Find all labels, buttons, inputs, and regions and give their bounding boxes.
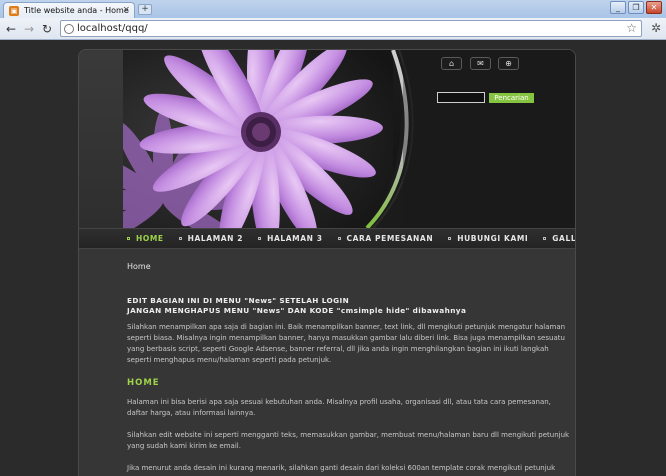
reload-icon[interactable]: ↻ (39, 21, 55, 37)
search-button[interactable]: Pencarian (489, 93, 534, 103)
mail-icon[interactable]: ✉ (470, 57, 491, 70)
body-paragraph-2: Silahkan edit website ini seperti mengga… (127, 431, 570, 450)
favicon-icon: ▣ (9, 6, 19, 16)
search-input[interactable] (437, 92, 485, 103)
bullet-icon (543, 237, 547, 240)
header-banner: ⌂ ✉ ⊕ Pencarian (123, 50, 575, 228)
browser-toolbar: ← → ↻ localhost/qqq/ ☆ ✲ (0, 18, 666, 40)
nav-item-halaman-2[interactable]: HALAMAN 2 (178, 234, 244, 243)
page-viewport: ⌂ ✉ ⊕ Pencarian HOME HALAMAN 2 HALAMAN 3… (0, 41, 666, 476)
address-bar[interactable]: localhost/qqq/ ☆ (60, 20, 642, 37)
forward-icon[interactable]: → (21, 21, 37, 37)
body-paragraph-3: Jika menurut anda desain ini kurang mena… (127, 464, 556, 472)
sitemap-icon[interactable]: ⊕ (498, 57, 519, 70)
close-window-button[interactable]: ✕ (646, 1, 662, 14)
body-paragraph-1: Halaman ini bisa berisi apa saja sesuai … (127, 398, 551, 417)
nav-item-label: GALLERY FOTO (552, 234, 576, 243)
title-bar: ▣ Title website anda - Home × + _ ❐ ✕ (0, 0, 666, 19)
page-icon (64, 24, 74, 34)
main-content: Home EDIT BAGIAN INI DI MENU "News" SETE… (127, 261, 573, 474)
nav-item-label: HALAMAN 3 (267, 234, 323, 243)
bullet-icon (127, 237, 130, 240)
browser-tab[interactable]: ▣ Title website anda - Home × (3, 2, 135, 19)
close-tab-icon[interactable]: × (122, 5, 130, 15)
main-nav: HOME HALAMAN 2 HALAMAN 3 CARA PEMESANAN … (79, 228, 576, 249)
nav-item-hubungi-kami[interactable]: HUBUNGI KAMI (448, 234, 528, 243)
wrench-menu-icon[interactable]: ✲ (651, 21, 661, 35)
notice-heading-line-2: JANGAN MENGHAPUS MENU "News" DAN KODE "c… (127, 306, 467, 315)
bullet-icon (337, 237, 341, 240)
nav-items: HOME HALAMAN 2 HALAMAN 3 CARA PEMESANAN … (127, 234, 576, 243)
nav-item-label: CARA PEMESANAN (346, 234, 434, 243)
bookmark-star-icon[interactable]: ☆ (626, 21, 637, 35)
nav-item-label: HOME (136, 234, 164, 243)
notice-paragraph: Silahkan menampilkan apa saja di bagian … (127, 323, 566, 364)
notice-heading: EDIT BAGIAN INI DI MENU "News" SETELAH L… (127, 296, 573, 316)
breadcrumb[interactable]: Home (127, 261, 573, 272)
window-controls: _ ❐ ✕ (610, 1, 662, 14)
bullet-icon (178, 237, 182, 240)
notice-heading-line-1: EDIT BAGIAN INI DI MENU "News" SETELAH L… (127, 296, 350, 305)
nav-item-halaman-3[interactable]: HALAMAN 3 (258, 234, 322, 243)
left-strip (79, 50, 123, 228)
tab-title: Title website anda - Home (24, 6, 129, 15)
bullet-icon (448, 237, 452, 240)
nav-item-home[interactable]: HOME (127, 234, 164, 243)
flower-banner-image (123, 50, 575, 228)
nav-item-gallery-foto[interactable]: GALLERY FOTO (543, 234, 576, 243)
back-icon[interactable]: ← (3, 21, 19, 37)
url-text[interactable]: localhost/qqq/ (77, 23, 148, 34)
minimize-button[interactable]: _ (610, 1, 626, 14)
restore-button[interactable]: ❐ (628, 1, 644, 14)
bullet-icon (258, 237, 262, 240)
new-tab-button[interactable]: + (138, 4, 152, 15)
nav-item-label: HUBUNGI KAMI (457, 234, 529, 243)
nav-item-cara-pemesanan[interactable]: CARA PEMESANAN (337, 234, 434, 243)
nav-item-label: HALAMAN 2 (187, 234, 244, 243)
site-container: ⌂ ✉ ⊕ Pencarian HOME HALAMAN 2 HALAMAN 3… (78, 49, 576, 476)
section-title: HOME (127, 378, 160, 388)
home-icon[interactable]: ⌂ (441, 57, 462, 70)
